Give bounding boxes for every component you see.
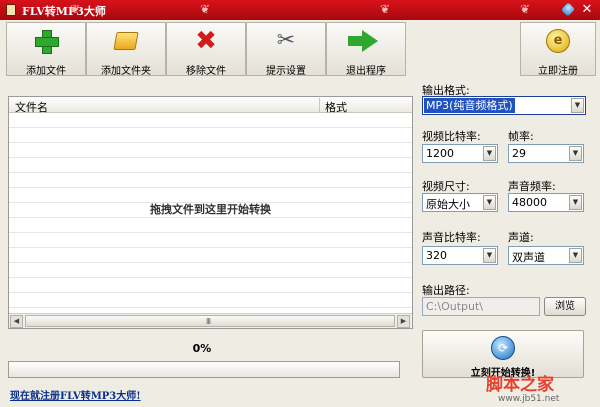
chevron-down-icon[interactable]: ▼: [569, 146, 582, 161]
exit-button[interactable]: 退出程序: [326, 22, 406, 77]
add-file-button[interactable]: 添加文件: [6, 22, 86, 77]
audio-bitrate-label: 声音比特率:: [422, 231, 481, 244]
horizontal-scrollbar[interactable]: ◀ III ▶: [9, 313, 412, 328]
drop-hint: 拖拽文件到这里开始转换: [150, 203, 271, 216]
chevron-down-icon[interactable]: ▼: [571, 98, 584, 113]
video-size-label: 视频尺寸:: [422, 180, 470, 193]
chevron-down-icon[interactable]: ▼: [569, 248, 582, 263]
chevron-down-icon[interactable]: ▼: [483, 195, 496, 210]
ornament-icon: ❦: [200, 2, 211, 16]
title-bar: FLV转MP3大师 ❦ ❦ ❦ ❦ ✕: [0, 0, 600, 20]
audio-bitrate-select[interactable]: 320 ▼: [422, 246, 498, 265]
add-folder-button[interactable]: 添加文件夹: [86, 22, 166, 77]
chevron-down-icon[interactable]: ▼: [569, 195, 582, 210]
frame-rate-label: 帧率:: [508, 130, 534, 143]
plus-icon: [34, 29, 59, 54]
audio-channels-select[interactable]: 双声道 ▼: [508, 246, 584, 265]
progress-percent: 0%: [192, 342, 212, 355]
scroll-right-icon[interactable]: ▶: [397, 315, 410, 328]
output-format-select[interactable]: MP3(纯音频格式) ▼: [422, 96, 586, 115]
scroll-left-icon[interactable]: ◀: [10, 315, 23, 328]
output-path-field[interactable]: C:\Output\: [422, 297, 540, 316]
folder-icon: [113, 29, 139, 53]
video-bitrate-label: 视频比特率:: [422, 130, 481, 143]
column-divider[interactable]: [319, 98, 320, 112]
ornament-icon: ❦: [70, 2, 81, 16]
scroll-thumb[interactable]: III: [25, 315, 395, 327]
register-button[interactable]: e 立即注册: [520, 22, 596, 77]
audio-channels-label: 声道:: [508, 231, 534, 244]
delete-x-icon: ✖: [195, 26, 217, 56]
close-button[interactable]: ✕: [578, 2, 596, 18]
coin-icon: e: [546, 29, 570, 53]
remove-file-button[interactable]: ✖ 移除文件: [166, 22, 246, 77]
video-bitrate-select[interactable]: 1200 ▼: [422, 144, 498, 163]
watermark-text: 脚本之家: [486, 375, 554, 395]
chevron-down-icon[interactable]: ▼: [483, 146, 496, 161]
audio-sample-rate-label: 声音频率:: [508, 180, 556, 193]
tools-icon: ✂: [276, 28, 296, 53]
settings-button[interactable]: ✂ 提示设置: [246, 22, 326, 77]
ornament-icon: ❦: [380, 2, 391, 16]
progress-bar: [8, 361, 400, 378]
window-title: FLV转MP3大师: [22, 5, 106, 18]
convert-icon: ⟳: [491, 336, 515, 360]
exit-arrow-icon: [348, 29, 378, 53]
frame-rate-select[interactable]: 29 ▼: [508, 144, 584, 163]
output-path-label: 输出路径:: [422, 284, 470, 297]
app-icon: [6, 4, 16, 16]
watermark-url: www.jb51.net: [498, 394, 560, 404]
skin-gem-icon[interactable]: [560, 2, 576, 17]
file-list-header: 文件名 格式: [9, 97, 412, 114]
chevron-down-icon[interactable]: ▼: [483, 248, 496, 263]
browse-button[interactable]: 浏览: [544, 297, 586, 316]
register-link[interactable]: 现在就注册FLV转MP3大师!: [10, 387, 141, 402]
audio-sample-rate-select[interactable]: 48000 ▼: [508, 193, 584, 212]
video-size-select[interactable]: 原始大小 ▼: [422, 193, 498, 212]
file-list[interactable]: 文件名 格式 拖拽文件到这里开始转换 ◀ III ▶: [8, 96, 413, 329]
ornament-icon: ❦: [520, 2, 531, 16]
